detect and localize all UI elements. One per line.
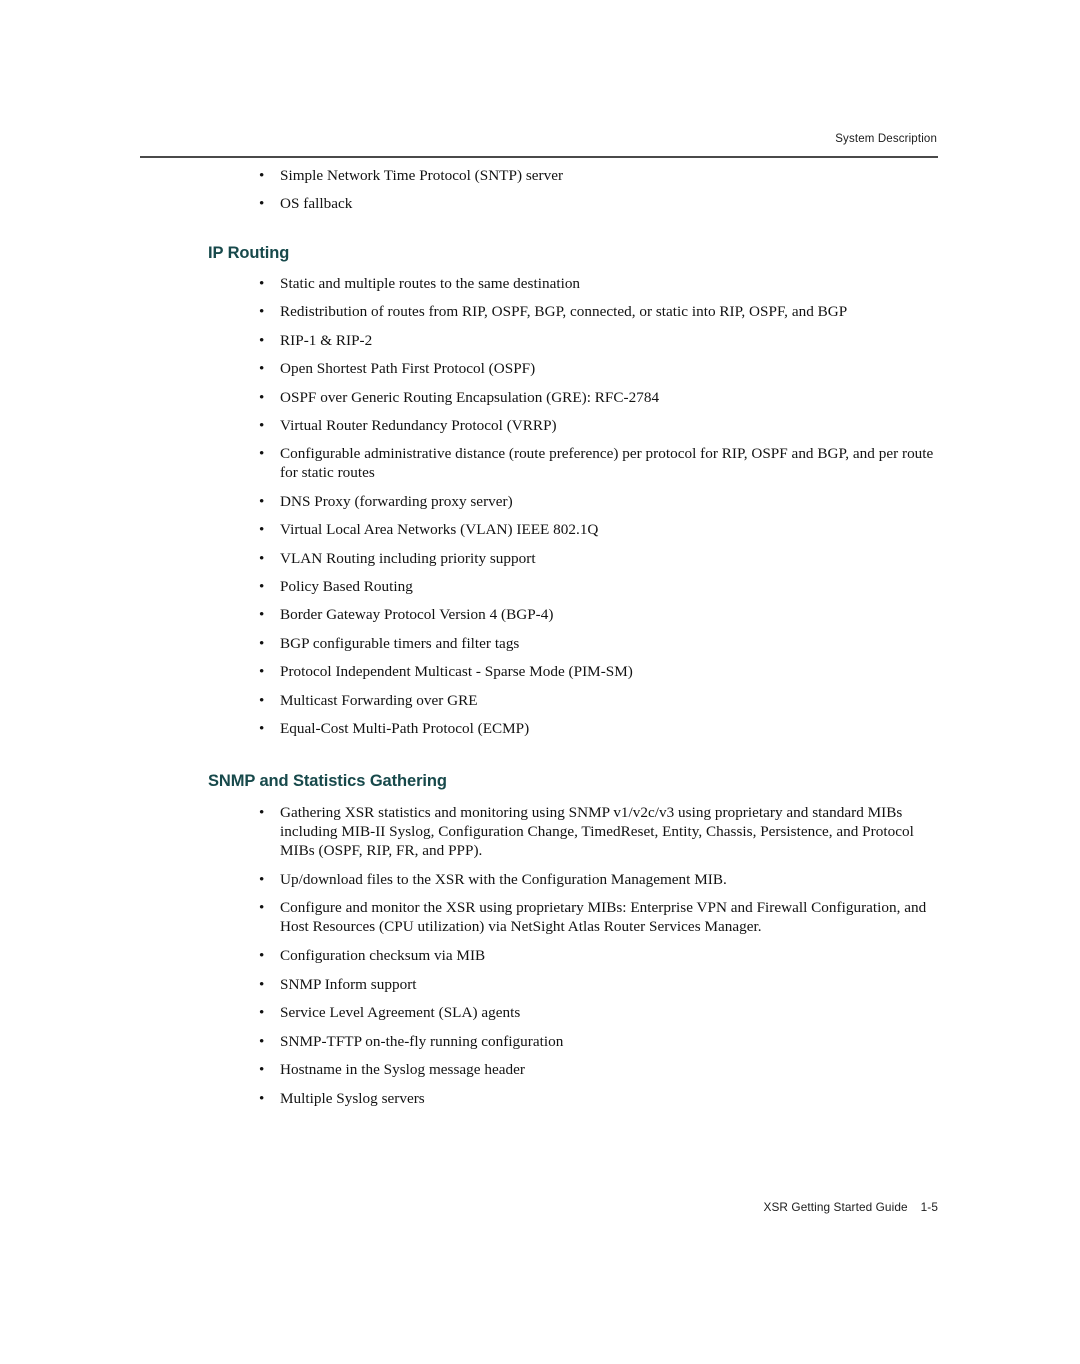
- section-heading-ip-routing: IP Routing: [208, 244, 290, 262]
- list-item: • Policy Based Routing: [259, 577, 949, 596]
- document-page: System Description • Simple Network Time…: [0, 0, 1080, 1364]
- list-item-text: Virtual Local Area Networks (VLAN) IEEE …: [280, 521, 599, 539]
- bullet-icon: •: [259, 975, 265, 993]
- page-running-footer: XSR Getting Started Guide 1-5: [140, 1200, 938, 1215]
- bullet-icon: •: [259, 303, 265, 321]
- list-item: • Virtual Router Redundancy Protocol (VRR…: [259, 416, 949, 435]
- list-item: • Virtual Local Area Networks (VLAN) IEEE…: [259, 520, 949, 539]
- footer-guide-title: XSR Getting Started Guide: [763, 1200, 908, 1214]
- list-item: • Multiple Syslog servers: [259, 1089, 949, 1108]
- bullet-icon: •: [259, 167, 265, 184]
- list-item-text: Hostname in the Syslog message header: [280, 1061, 525, 1079]
- list-item-text: Service Level Agreement (SLA) agents: [280, 1004, 521, 1022]
- list-item-text: SNMP-TFTP on-the-fly running configurati…: [280, 1032, 564, 1050]
- bullet-icon: •: [259, 1004, 265, 1022]
- bullet-icon: •: [259, 416, 265, 434]
- bullet-icon: •: [259, 549, 265, 567]
- section-heading-snmp-statistics: SNMP and Statistics Gathering: [208, 772, 447, 790]
- bullet-icon: •: [259, 331, 265, 349]
- list-item: • Simple Network Time Protocol (SNTP) se…: [259, 166, 949, 185]
- list-item-text: Configurable administrative distance (ro…: [280, 445, 934, 482]
- list-item: • Hostname in the Syslog message header: [259, 1060, 949, 1079]
- list-item: • Equal-Cost Multi-Path Protocol (ECMP): [259, 719, 949, 738]
- list-item: • OS fallback: [259, 194, 949, 213]
- list-item: • Up/download files to the XSR with the C…: [259, 870, 949, 889]
- section-bullet-list-ip-routing: • Static and multiple routes to the same …: [259, 274, 949, 738]
- header-divider-rule: [140, 156, 938, 158]
- list-item: • Configuration checksum via MIB: [259, 946, 949, 965]
- bullet-icon: •: [259, 492, 265, 510]
- list-item: • Redistribution of routes from RIP, OSPF…: [259, 302, 949, 321]
- bullet-icon: •: [259, 521, 265, 539]
- list-item-text: OS fallback: [280, 195, 353, 213]
- bullet-icon: •: [259, 804, 265, 821]
- list-item-text: Configuration checksum via MIB: [280, 947, 486, 965]
- list-item-text: Multiple Syslog servers: [280, 1090, 425, 1108]
- list-item-text: Up/download files to the XSR with the Co…: [280, 870, 727, 888]
- bullet-icon: •: [259, 1032, 265, 1050]
- list-item: • SNMP Inform support: [259, 975, 949, 994]
- list-item-text: Policy Based Routing: [280, 578, 413, 595]
- running-header-title: System Description: [835, 133, 937, 145]
- bullet-icon: •: [259, 195, 265, 213]
- bullet-icon: •: [259, 360, 265, 378]
- page-running-header: System Description: [140, 132, 938, 147]
- list-item: • BGP configurable timers and filter tags: [259, 634, 949, 653]
- list-item: • Open Shortest Path First Protocol (OSPF…: [259, 359, 949, 378]
- list-item-text: SNMP Inform support: [280, 975, 417, 993]
- section-bullet-list-snmp-statistics: • Gathering XSR statistics and monitoring…: [259, 803, 949, 1118]
- list-item-text: Virtual Router Redundancy Protocol (VRRP…: [280, 416, 557, 434]
- list-item: • RIP-1 & RIP-2: [259, 331, 949, 350]
- footer-page-number: 1-5: [920, 1200, 938, 1214]
- list-item: • OSPF over Generic Routing Encapsulation…: [259, 388, 949, 407]
- list-item: • Configurable administrative distance (r…: [259, 444, 949, 482]
- list-item-text: Configure and monitor the XSR using prop…: [280, 899, 927, 936]
- list-item-text: Gathering XSR statistics and monitoring …: [280, 804, 914, 860]
- list-item-text: Border Gateway Protocol Version 4 (BGP-4…: [280, 606, 554, 624]
- bullet-icon: •: [259, 578, 265, 595]
- list-item-text: OSPF over Generic Routing Encapsulation …: [280, 388, 660, 406]
- list-item-text: Multicast Forwarding over GRE: [280, 691, 478, 709]
- list-item: • Static and multiple routes to the same …: [259, 274, 949, 293]
- list-item-text: RIP-1 & RIP-2: [280, 331, 373, 349]
- list-item-text: DNS Proxy (forwarding proxy server): [280, 492, 513, 510]
- list-item: • Protocol Independent Multicast - Sparse…: [259, 662, 949, 681]
- intro-bullet-list: • Simple Network Time Protocol (SNTP) se…: [259, 166, 949, 213]
- list-item-text: Equal-Cost Multi-Path Protocol (ECMP): [280, 719, 530, 737]
- bullet-icon: •: [259, 388, 265, 406]
- list-item-text: VLAN Routing including priority support: [280, 549, 536, 567]
- bullet-icon: •: [259, 870, 265, 888]
- bullet-icon: •: [259, 445, 265, 463]
- list-item-text: BGP configurable timers and filter tags: [280, 634, 520, 652]
- list-item: • SNMP-TFTP on-the-fly running configurat…: [259, 1032, 949, 1051]
- bullet-icon: •: [259, 947, 265, 965]
- bullet-icon: •: [259, 899, 265, 917]
- list-item-text: Protocol Independent Multicast - Sparse …: [280, 663, 633, 681]
- bullet-icon: •: [259, 606, 265, 624]
- list-item-text: Redistribution of routes from RIP, OSPF,…: [280, 303, 848, 321]
- list-item: • Border Gateway Protocol Version 4 (BGP-…: [259, 605, 949, 624]
- list-item: • Gathering XSR statistics and monitoring…: [259, 803, 949, 860]
- bullet-icon: •: [259, 1090, 265, 1108]
- bullet-icon: •: [259, 719, 265, 737]
- bullet-icon: •: [259, 663, 265, 681]
- list-item: • Service Level Agreement (SLA) agents: [259, 1003, 949, 1022]
- bullet-icon: •: [259, 275, 265, 292]
- list-item-text: Open Shortest Path First Protocol (OSPF): [280, 360, 536, 378]
- bullet-icon: •: [259, 691, 265, 709]
- list-item-text: Static and multiple routes to the same d…: [280, 275, 581, 292]
- list-item: • DNS Proxy (forwarding proxy server): [259, 492, 949, 511]
- bullet-icon: •: [259, 1061, 265, 1079]
- list-item: • VLAN Routing including priority support: [259, 549, 949, 568]
- bullet-icon: •: [259, 634, 265, 652]
- list-item: • Configure and monitor the XSR using pro…: [259, 898, 949, 936]
- list-item: • Multicast Forwarding over GRE: [259, 691, 949, 710]
- list-item-text: Simple Network Time Protocol (SNTP) serv…: [280, 167, 564, 184]
